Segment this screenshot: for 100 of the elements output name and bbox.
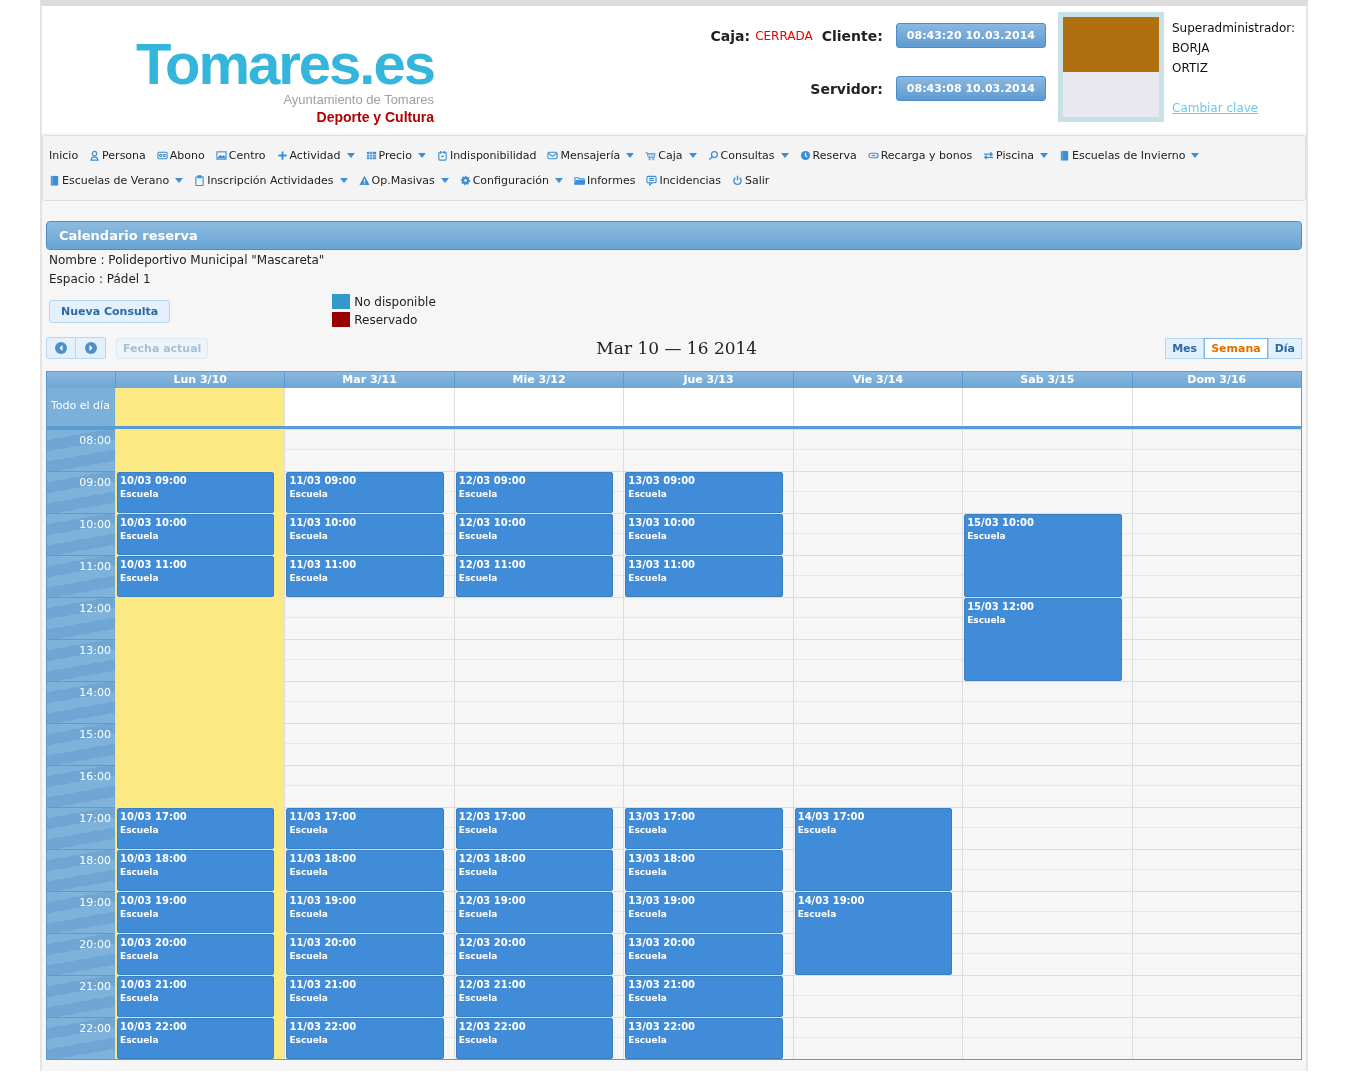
calendar-event[interactable]: 11/03 10:00 Escuela [286,514,444,555]
calendar-event[interactable]: 11/03 22:00 Escuela [286,1018,444,1059]
calendar-event[interactable]: 12/03 11:00 Escuela [455,556,614,597]
time-label: 21:00 [47,975,115,1017]
search-icon [707,150,719,161]
event-time: 10/03 22:00 [120,1020,187,1033]
time-label: 16:00 [47,765,115,807]
calendar-event[interactable]: 10/03 21:00 Escuela [117,976,275,1017]
menu-item[interactable]: Centro [215,149,266,162]
event-time: 12/03 17:00 [458,810,526,823]
caja-label: Caja: [710,27,751,44]
event-title: Escuela [458,530,498,543]
calendar-event[interactable]: 10/03 10:00 Escuela [117,514,275,555]
calendar-event[interactable]: 13/03 20:00 Escuela [625,934,783,975]
menu-item[interactable]: Inscripción Actividades [194,174,348,187]
calendar-event[interactable]: 11/03 09:00 Escuela [286,472,444,513]
calendar-event[interactable]: 13/03 10:00 Escuela [625,514,783,555]
menu-item[interactable]: Recarga y bonos [867,149,973,162]
calendar-event[interactable]: 15/03 10:00 Escuela [964,514,1122,597]
menu-item[interactable]: Escuelas de Verano [49,174,184,187]
event-title: Escuela [289,824,328,837]
event-time: 14/03 19:00 [797,894,865,907]
menu-item[interactable]: Escuelas de Invierno [1059,149,1200,162]
calendar-event[interactable]: 12/03 22:00 Escuela [455,1018,614,1059]
menu-item[interactable]: Piscina [983,149,1049,162]
menu-item[interactable]: Indisponibilidad [436,149,537,162]
event-title: Escuela [628,950,667,963]
calendar-event[interactable]: 13/03 19:00 Escuela [625,892,783,933]
previous-button[interactable] [46,337,76,359]
calendar-event[interactable]: 12/03 20:00 Escuela [455,934,614,975]
menu-item[interactable]: Consultas [707,149,789,162]
event-title: Escuela [458,866,498,879]
event-title: Escuela [628,530,667,543]
menu-item[interactable]: Actividad [276,149,355,162]
event-title: Escuela [289,572,328,585]
menu-item[interactable]: Reserva [799,149,857,162]
calendar-event[interactable]: 12/03 19:00 Escuela [455,892,614,933]
user-name: BORJA [1172,40,1211,57]
menu-item[interactable]: Incidencias [646,174,722,187]
event-time: 11/03 11:00 [289,558,357,571]
calendar-event[interactable]: 10/03 18:00 Escuela [117,850,275,891]
menu-item[interactable]: Configuración [459,174,564,187]
event-title: Escuela [458,572,498,585]
calendar-event[interactable]: 12/03 10:00 Escuela [455,514,614,555]
calendar-event[interactable]: 10/03 19:00 Escuela [117,892,275,933]
menu-item[interactable]: Abono [156,149,205,162]
menu-item[interactable]: Salir [732,174,770,187]
next-button[interactable] [76,337,106,359]
calendar-event[interactable]: 11/03 19:00 Escuela [286,892,444,933]
calendar-event[interactable]: 10/03 17:00 Escuela [117,808,275,849]
change-password-link[interactable]: Cambiar clave [1172,98,1292,118]
event-time: 11/03 20:00 [289,936,357,949]
event-time: 12/03 21:00 [458,978,526,991]
calendar-event[interactable]: 13/03 11:00 Escuela [625,556,783,597]
new-query-button[interactable]: Nueva Consulta [49,300,171,323]
book-icon [49,175,60,186]
view-tab[interactable]: Día [1267,337,1302,359]
event-time: 13/03 10:00 [628,516,696,529]
event-title: Escuela [797,908,837,921]
calendar-event[interactable]: 12/03 09:00 Escuela [455,472,614,513]
calendar-event[interactable]: 13/03 18:00 Escuela [625,850,783,891]
calendar-event[interactable]: 11/03 11:00 Escuela [286,556,444,597]
event-title: Escuela [289,950,328,963]
calendar-event[interactable]: 11/03 21:00 Escuela [286,976,444,1017]
calendar-event[interactable]: 15/03 12:00 Escuela [964,598,1122,681]
calendar-event[interactable]: 10/03 20:00 Escuela [117,934,275,975]
caret-icon [688,153,697,158]
calendar-event[interactable]: 14/03 17:00 Escuela [794,808,953,891]
calendar-event[interactable]: 12/03 17:00 Escuela [455,808,614,849]
menu-item[interactable]: Mensajería [547,149,635,162]
view-tab[interactable]: Mes [1165,337,1205,359]
calendar-event[interactable]: 11/03 18:00 Escuela [286,850,444,891]
event-title: Escuela [458,908,498,921]
calendar-event[interactable]: 14/03 19:00 Escuela [794,892,953,975]
gear-icon [459,175,471,186]
calendar-event[interactable]: 10/03 09:00 Escuela [117,472,275,513]
event-title: Escuela [797,824,837,837]
calendar-event[interactable]: 13/03 22:00 Escuela [625,1018,783,1059]
time-label: 19:00 [47,891,115,933]
menu-item[interactable]: Inicio [49,149,79,162]
event-title: Escuela [289,530,328,543]
menu-item[interactable]: Op.Masivas [358,174,449,187]
calendar-event[interactable]: 11/03 17:00 Escuela [286,808,444,849]
menu-item[interactable]: Informes [574,174,636,187]
view-tab[interactable]: Semana [1204,337,1268,359]
calendar-event[interactable]: 13/03 21:00 Escuela [625,976,783,1017]
calendar-event[interactable]: 11/03 20:00 Escuela [286,934,444,975]
calendar-event[interactable]: 13/03 09:00 Escuela [625,472,783,513]
menu-item[interactable]: Caja [645,149,697,162]
info-line: Espacio : Pádel 1 [48,271,152,288]
event-time: 11/03 10:00 [289,516,357,529]
menu-item[interactable]: Persona [89,149,146,162]
calendar-event[interactable]: 12/03 18:00 Escuela [455,850,614,891]
event-title: Escuela [628,992,667,1005]
calendar-event[interactable]: 10/03 22:00 Escuela [117,1018,275,1059]
calendar-event[interactable]: 12/03 21:00 Escuela [455,976,614,1017]
event-title: Escuela [628,572,667,585]
calendar-event[interactable]: 10/03 11:00 Escuela [117,556,275,597]
calendar-event[interactable]: 13/03 17:00 Escuela [625,808,783,849]
menu-item[interactable]: Precio [365,149,426,162]
